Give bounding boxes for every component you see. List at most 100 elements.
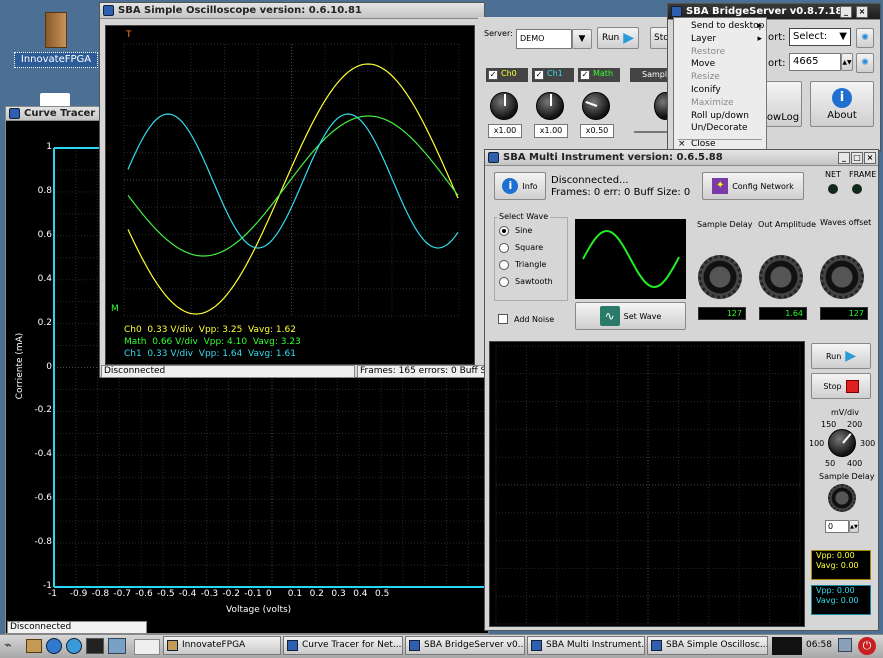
waves-offset-knob[interactable] (820, 255, 864, 299)
osc-status-left: Disconnected (101, 365, 355, 378)
ch0-scale-knob[interactable] (490, 92, 518, 120)
channel-toggle-math[interactable]: ✓ Math (578, 68, 620, 82)
minimize-button[interactable]: _ (840, 6, 852, 18)
network-icon: ✺ (861, 58, 869, 68)
osc-run-button[interactable]: Run ▶ (597, 27, 639, 49)
start-menu-icon[interactable]: ⌁ (4, 638, 22, 656)
x-tick-label: -0.7 (113, 589, 131, 599)
network-tray-icon[interactable] (838, 638, 852, 652)
window-app-icon (103, 5, 114, 16)
out-amplitude-knob[interactable] (759, 255, 803, 299)
channel-readout: Ch1 0.33 V/div Vpp: 1.64 Vavg: 1.61 (124, 349, 296, 359)
window-app-icon (531, 640, 542, 651)
power-icon[interactable]: ⏻ (858, 637, 876, 655)
sample-delay2-knob[interactable] (828, 484, 856, 512)
play-icon: ▶ (623, 30, 635, 46)
m-marker: M (111, 304, 119, 314)
math-scale-knob[interactable] (582, 92, 610, 120)
clock[interactable]: 06:58 (806, 640, 832, 650)
wave-radio-square[interactable] (499, 243, 509, 253)
net-port-input[interactable]: 4665 (789, 53, 841, 71)
about-button[interactable]: i About (810, 81, 874, 127)
info-button[interactable]: i Info (494, 172, 546, 200)
channel-readout: Ch0 0.33 V/div Vpp: 3.25 Vavg: 1.62 (124, 325, 296, 335)
desktop-icon-innovatefpga[interactable]: InnovateFPGA (12, 10, 98, 70)
taskbar-item-bridge-server[interactable]: SBA BridgeServer v0... (405, 636, 525, 655)
channel-checkbox[interactable]: ✓ (488, 70, 498, 80)
port-spinner[interactable]: ▲▼ (841, 53, 853, 71)
ch1-trace (127, 113, 459, 249)
file-manager-icon[interactable] (26, 639, 42, 653)
menu-item-move[interactable]: Move (674, 58, 766, 71)
desktop-icon-2[interactable] (40, 93, 70, 107)
waves-offset-value: 127 (820, 307, 868, 320)
menu-item-roll-up-down[interactable]: Roll up/down (674, 110, 766, 123)
menu-item-iconify[interactable]: Iconify (674, 84, 766, 97)
config-network-button[interactable]: ✦ Config Network (702, 172, 804, 200)
close-button[interactable]: × (856, 6, 868, 18)
oscilloscope-titlebar[interactable]: SBA Simple Oscilloscope version: 0.6.10.… (100, 3, 484, 19)
wave-radio-triangle[interactable] (499, 260, 509, 270)
x-tick-label: -0.9 (69, 589, 88, 599)
channel-toggle-ch1[interactable]: ✓ Ch1 (532, 68, 574, 82)
sample-delay2-label: Sample Delay (819, 472, 875, 481)
network-config-icon: ✦ (712, 178, 729, 194)
channel-checkbox[interactable]: ✓ (534, 70, 544, 80)
taskbar-item-multi-instrument[interactable]: SBA Multi Instrument... (527, 636, 645, 655)
show-log-button[interactable]: owLog (764, 81, 802, 127)
server-dropdown-button[interactable]: ▼ (572, 29, 592, 49)
x-tick-label: -0.5 (157, 589, 175, 599)
tray-area (772, 637, 802, 655)
y-tick-label: -0.4 (34, 449, 52, 460)
menu-item-send-to-desktop[interactable]: Send to desktop ▸ (674, 20, 766, 33)
taskbar-item-curve-tracer[interactable]: Curve Tracer for Net... (283, 636, 403, 655)
x-tick-label: -0.8 (91, 589, 110, 599)
network-icon: ✺ (861, 33, 869, 43)
net-led (828, 184, 838, 194)
multi-titlebar[interactable]: SBA Multi Instrument version: 0.6.5.88 _… (485, 150, 878, 166)
wave-radio-label: Sawtooth (515, 277, 553, 286)
wave-preview (575, 219, 686, 299)
spin-input[interactable]: 0 (825, 520, 849, 533)
set-wave-button[interactable]: ∿ Set Wave (575, 302, 686, 330)
mvdiv-knob[interactable] (828, 429, 856, 457)
out-amplitude-value: 1.64 (759, 307, 807, 320)
multi-run-button[interactable]: Run ▶ (811, 343, 871, 369)
close-button[interactable]: × (864, 152, 876, 164)
multi-status-line2: Frames: 0 err: 0 Buff Size: 0 (551, 187, 691, 198)
wave-radio-sine[interactable] (499, 226, 509, 236)
x-tick-label: 0.4 (353, 589, 368, 599)
menu-item-un-decorate[interactable]: Un/Decorate (674, 122, 766, 135)
globe-icon[interactable] (66, 638, 82, 654)
taskbar-item-innovatefpga[interactable]: InnovateFPGA (163, 636, 281, 655)
wave-radio-sawtooth[interactable] (499, 277, 509, 287)
y-tick-label: -0.2 (34, 405, 52, 416)
folder-icon (45, 12, 67, 48)
terminal-icon[interactable] (86, 638, 104, 654)
browser-icon[interactable] (46, 638, 62, 654)
maximize-button[interactable]: □ (851, 152, 863, 164)
window-app-icon (409, 640, 420, 651)
sample-delay-knob[interactable] (698, 255, 742, 299)
folder-icon (167, 640, 178, 651)
taskbar-item-oscilloscope[interactable]: SBA Simple Oscillosc... (647, 636, 768, 655)
refresh-net-button[interactable]: ✺ (856, 53, 874, 73)
y-tick-label: -0.8 (34, 537, 52, 548)
multi-stop-button[interactable]: Stop (811, 373, 871, 399)
oscilloscope-window: SBA Simple Oscilloscope version: 0.6.10.… (99, 2, 487, 378)
minimize-button[interactable]: _ (838, 152, 850, 164)
port-select[interactable]: Select: ▼ (789, 28, 851, 46)
waves-offset-label: Waves offset (820, 218, 872, 227)
channel-toggle-ch0[interactable]: ✓ Ch0 (486, 68, 528, 82)
add-noise-checkbox[interactable] (498, 314, 508, 324)
add-noise-label: Add Noise (514, 315, 555, 324)
channel-checkbox[interactable]: ✓ (580, 70, 590, 80)
trigger-marker: T (126, 30, 132, 40)
net-port-label: ort: (768, 58, 786, 69)
desktop-switch-icon[interactable] (108, 638, 126, 654)
server-select[interactable]: DEMO (516, 29, 572, 49)
spin-buttons[interactable]: ▲▼ (849, 520, 859, 533)
menu-item-layer[interactable]: Layer ▸ (674, 33, 766, 46)
ch1-scale-knob[interactable] (536, 92, 564, 120)
refresh-port-button[interactable]: ✺ (856, 28, 874, 48)
